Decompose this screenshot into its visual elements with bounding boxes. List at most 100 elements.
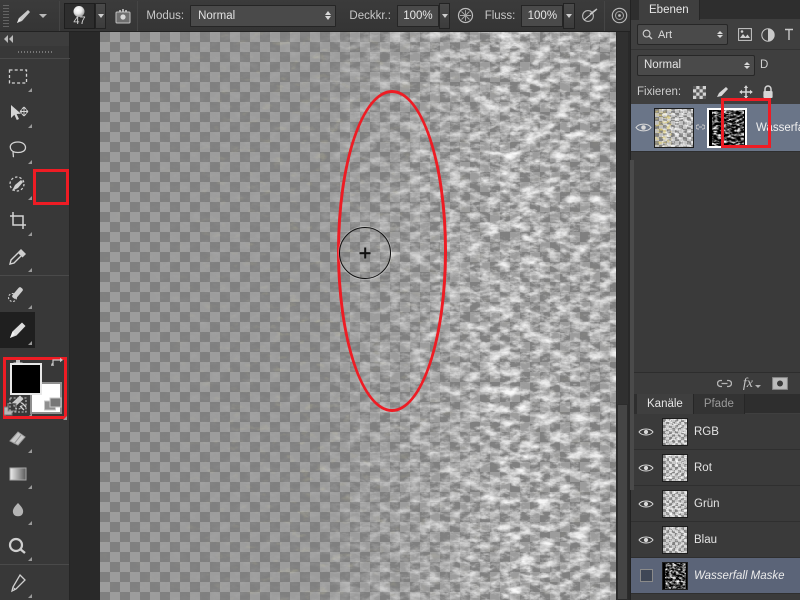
tool-grid: [0, 59, 69, 600]
eye-off-checkbox[interactable]: [636, 569, 656, 582]
rectangular-marquee-tool[interactable]: [0, 59, 35, 95]
layer-row-wasserfall[interactable]: Wasserfall: [631, 104, 800, 152]
crop-tool[interactable]: [0, 203, 35, 239]
blend-mode-value: Normal: [198, 9, 236, 22]
screen-mode-icon[interactable]: [35, 387, 70, 423]
options-bar-grip[interactable]: [2, 4, 10, 27]
opacity-slider-button[interactable]: [438, 2, 451, 29]
dodge-tool[interactable]: [0, 528, 35, 564]
brush-preset-picker-button[interactable]: [94, 2, 107, 29]
channel-name-rgb: RGB: [694, 425, 719, 438]
brush-tool[interactable]: [0, 312, 35, 348]
tool-preset-chevron-down-icon[interactable]: [39, 13, 48, 18]
layer-filter-kind-value: Art: [658, 28, 673, 41]
layer-filter-kind-select[interactable]: Art: [637, 24, 728, 45]
layer-filter-row: Art: [631, 20, 800, 50]
channel-name-blau: Blau: [694, 533, 718, 546]
pressure-size-icon[interactable]: [609, 3, 630, 29]
eye-icon[interactable]: [635, 122, 652, 133]
chevron-updown-icon: [717, 31, 723, 38]
swap-colors-icon[interactable]: [51, 356, 64, 368]
opacity-value[interactable]: 100%: [396, 4, 439, 27]
tab-kanaele-label: Kanäle: [647, 398, 683, 410]
pressure-opacity-icon[interactable]: [455, 3, 476, 29]
eraser-tool[interactable]: [0, 420, 35, 456]
eye-icon[interactable]: [636, 427, 656, 437]
layer-list: Wasserfall: [631, 104, 800, 372]
adjustment-layer-filter-icon[interactable]: [761, 27, 775, 42]
layer-blend-mode-value: Normal: [644, 59, 682, 71]
fx-icon[interactable]: fx: [743, 376, 761, 392]
pixel-layer-filter-icon[interactable]: [738, 28, 752, 41]
pen-tool[interactable]: [0, 565, 35, 600]
rgb-channel-thumbnail[interactable]: [662, 417, 688, 446]
flow-value[interactable]: 100%: [521, 4, 564, 27]
tab-pfade[interactable]: Pfade: [693, 394, 745, 414]
layer-blend-mode-select[interactable]: Normal: [637, 54, 755, 76]
channel-row-rot[interactable]: Rot: [631, 450, 800, 486]
layer-name-wasserfall: Wasserfall: [756, 121, 800, 134]
mode-label: Modus:: [146, 9, 185, 22]
eye-icon[interactable]: [636, 535, 656, 545]
link-mask-icon[interactable]: [696, 122, 705, 133]
dock-resize-handle[interactable]: [630, 160, 634, 490]
divider: [59, 0, 61, 31]
waterfall-layer-thumbnail[interactable]: [654, 107, 694, 148]
drag-grip-icon[interactable]: [0, 46, 69, 58]
channel-name-rot: Rot: [694, 461, 712, 474]
layer-blend-row: Normal D: [631, 50, 800, 80]
brush-tip-preview-icon: [73, 5, 85, 17]
add-layer-mask-icon[interactable]: [772, 377, 788, 390]
move-tool[interactable]: [0, 95, 35, 131]
search-icon: [642, 29, 653, 40]
tab-pfade-label: Pfade: [703, 398, 734, 410]
divider: [137, 0, 139, 31]
type-layer-filter-icon[interactable]: [784, 28, 794, 41]
tabbar-filler: [699, 0, 800, 20]
link-layers-icon[interactable]: [716, 378, 732, 389]
flow-label: Fluss:: [484, 9, 516, 22]
transparent-canvas[interactable]: [100, 32, 616, 600]
tabbar-filler: [744, 394, 800, 414]
mask-channel-thumbnail[interactable]: [662, 561, 688, 590]
blend-mode-select[interactable]: Normal: [190, 4, 336, 27]
layer-list-empty-area: [631, 152, 800, 372]
brush-panel-icon[interactable]: [113, 3, 134, 29]
flow-slider-button[interactable]: [563, 2, 575, 29]
lock-all-icon[interactable]: [762, 85, 774, 99]
lock-position-icon[interactable]: [739, 85, 753, 99]
channel-row-rgb[interactable]: RGB: [631, 414, 800, 450]
airbrush-icon[interactable]: [580, 3, 601, 29]
green-channel-thumbnail[interactable]: [662, 489, 688, 518]
tab-ebenen[interactable]: Ebenen: [639, 0, 700, 20]
lasso-tool[interactable]: [0, 131, 35, 167]
waterfall-mask-thumbnail[interactable]: [707, 107, 747, 148]
document-canvas-area[interactable]: [70, 32, 630, 600]
layer-filter-icons: [738, 27, 794, 42]
channel-name-gruen: Grün: [694, 497, 720, 510]
eye-icon[interactable]: [636, 463, 656, 473]
brush-size-preview[interactable]: 47: [64, 2, 95, 29]
brush-tool-icon[interactable]: [13, 4, 35, 28]
lock-transparency-icon[interactable]: [693, 85, 707, 99]
eyedropper-tool[interactable]: [0, 239, 35, 275]
channel-row-wasserfall-maske[interactable]: Wasserfall Maske: [631, 558, 800, 594]
collapse-panel-icon[interactable]: [0, 32, 69, 46]
channel-row-gruen[interactable]: Grün: [631, 486, 800, 522]
quick-mask-icon[interactable]: [0, 387, 35, 423]
layers-panel-bottom-bar: fx: [631, 372, 800, 394]
lock-label: Fixieren:: [637, 86, 682, 98]
channel-row-blau[interactable]: Blau: [631, 522, 800, 558]
vertical-scrollbar-thumb[interactable]: [617, 404, 628, 600]
blue-channel-thumbnail[interactable]: [662, 525, 688, 554]
blur-tool[interactable]: [0, 492, 35, 528]
spot-healing-brush-tool[interactable]: [0, 276, 35, 312]
tab-kanaele[interactable]: Kanäle: [637, 394, 694, 414]
eye-icon[interactable]: [636, 499, 656, 509]
channel-name-wasserfall-maske: Wasserfall Maske: [694, 569, 785, 582]
layer-opacity-label: D: [760, 59, 769, 71]
red-channel-thumbnail[interactable]: [662, 453, 688, 482]
lock-image-pixels-icon[interactable]: [715, 85, 730, 99]
quick-selection-tool[interactable]: [0, 167, 35, 203]
gradient-tool[interactable]: [0, 456, 35, 492]
